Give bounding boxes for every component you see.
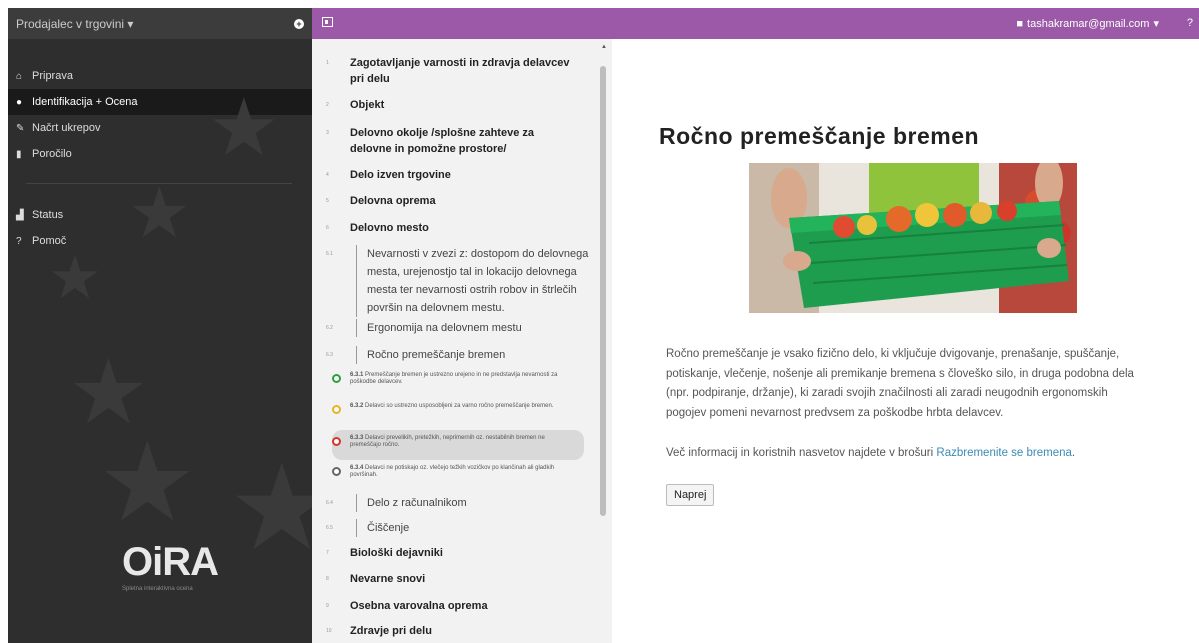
sidebar-item-label: Identifikacija + Ocena — [32, 96, 138, 108]
user-menu[interactable]: ■ tashakramar@gmail.com ▾ — [1016, 17, 1159, 31]
question-6-3-1[interactable]: 6.3.1 Premeščanje bremen je ustrezno ure… — [332, 372, 584, 394]
tree-item-label: Delo z računalnikom — [356, 494, 593, 512]
question-text: 6.3.1 Premeščanje bremen je ustrezno ure… — [350, 372, 558, 385]
question-6-3-3[interactable]: 6.3.3 Delavci prevelikih, pretežkih, nep… — [332, 430, 584, 460]
tree-item-label: Zagotavljanje varnosti in zdravja delavc… — [350, 57, 570, 85]
tree-item-label: Ročno premeščanje bremen — [356, 346, 593, 364]
status-risk-icon — [332, 437, 341, 446]
next-button[interactable]: Naprej — [666, 484, 715, 506]
record-icon: ● — [16, 96, 23, 108]
sidebar-item-label: Poročilo — [32, 148, 72, 160]
oira-logo: OiRA — [122, 540, 219, 584]
toggle-sidebar-icon[interactable] — [322, 17, 333, 27]
status-warning-icon — [332, 405, 341, 414]
tree-scrollbar[interactable] — [600, 66, 606, 516]
tree-item-label: Čiščenje — [356, 519, 593, 537]
left-sidebar: ★ ★ ★ ★ ★ ★ Prodajalec v trgovini ▾ + ⌂ … — [8, 8, 312, 643]
tree-item-number: 4 — [326, 172, 329, 178]
tree-item-number: 6.2 — [326, 325, 333, 331]
help-icon[interactable]: ? — [1187, 17, 1193, 29]
question-text: 6.3.2 Delavci so ustrezno usposobljeni z… — [350, 403, 554, 409]
oira-logo-subtitle: Spletna interaktivna ocena — [122, 586, 193, 592]
star-decoration: ★ — [208, 83, 280, 172]
tree-item-number: 6.4 — [326, 500, 333, 506]
intro-paragraph: Ročno premeščanje je vsako fizično delo,… — [666, 348, 1134, 419]
tree-item-number: 6.5 — [326, 525, 333, 531]
chevron-down-icon: ▾ — [1153, 18, 1159, 30]
more-info-text: Več informacij in koristnih nasvetov naj… — [666, 447, 1076, 459]
sidebar-item-label: Načrt ukrepov — [32, 122, 101, 134]
tree-item-label: Nevarne snovi — [350, 573, 426, 585]
question-6-3-4[interactable]: 6.3.4 Delavci ne potiskajo oz. vlečejo t… — [332, 465, 584, 487]
tree-item-label: Delo izven trgovine — [350, 169, 451, 181]
sidebar-item-label: Priprava — [32, 70, 73, 82]
tree-item-number: 6.3 — [326, 352, 333, 358]
document-icon: ▮ — [16, 148, 22, 160]
sidebar-item-label: Status — [32, 209, 64, 221]
top-bar: ■ tashakramar@gmail.com ▾ ? — [312, 8, 1199, 39]
status-unanswered-icon — [332, 467, 341, 476]
tree-item-number: 2 — [326, 102, 329, 108]
home-icon: ⌂ — [16, 70, 23, 82]
user-email: tashakramar@gmail.com — [1027, 17, 1150, 30]
tree-item-number: 1 — [326, 60, 329, 66]
pencil-icon: ✎ — [16, 122, 25, 134]
star-decoration: ★ — [98, 421, 197, 544]
tree-item-label: Osebna varovalna oprema — [350, 600, 488, 612]
tree-item-number: 3 — [326, 130, 329, 136]
tree-item-label: Delovno okolje /splošne zahteve za delov… — [350, 127, 534, 155]
star-decoration: ★ — [48, 244, 102, 311]
tree-item-number: 10 — [326, 628, 332, 634]
survey-header[interactable]: Prodajalec v trgovini ▾ + — [8, 8, 312, 39]
crate-photo — [749, 163, 1077, 313]
tree-item-number: 7 — [326, 550, 329, 556]
page-title: Ročno premeščanje bremen — [659, 123, 980, 149]
tree-item-label: Delovna oprema — [350, 195, 436, 207]
tree-item-label: Biološki dejavniki — [350, 547, 443, 559]
tree-item-label: Ergonomija na delovnem mestu — [356, 319, 593, 337]
question-6-3-2[interactable]: 6.3.2 Delavci so ustrezno usposobljeni z… — [332, 403, 584, 425]
question-icon: ? — [16, 235, 22, 247]
survey-title[interactable]: Prodajalec v trgovini ▾ — [16, 17, 133, 31]
tree-item-label: Objekt — [350, 99, 385, 111]
question-text: 6.3.3 Delavci prevelikih, pretežkih, nep… — [350, 435, 545, 448]
tree-item-label: Delovno mesto — [350, 222, 429, 234]
tree-item-label: Zdravje pri delu — [350, 625, 432, 637]
brochure-link[interactable]: Razbremenite se bremena — [936, 447, 1072, 459]
module-tree: 1 Zagotavljanje varnosti in zdravja dela… — [312, 39, 612, 643]
main-content: Ročno premeščanje bremen Ročno premeščan… — [612, 39, 1199, 643]
tree-item-number: 6.1 — [326, 251, 333, 257]
star-decoration: ★ — [228, 441, 312, 575]
add-icon[interactable]: + — [294, 18, 304, 29]
scroll-up-arrow[interactable]: ▲ — [601, 44, 607, 50]
tree-item-number: 6 — [326, 225, 329, 231]
bar-chart-icon: ▟ — [16, 209, 24, 221]
tree-item-number: 8 — [326, 576, 329, 582]
user-icon: ■ — [1016, 17, 1024, 30]
question-text: 6.3.4 Delavci ne potiskajo oz. vlečejo t… — [350, 465, 555, 478]
tree-item-number: 5 — [326, 198, 329, 204]
status-complete-icon — [332, 374, 341, 383]
tree-item-number: 9 — [326, 603, 329, 609]
tree-item-label: Nevarnosti v zvezi z: dostopom do delovn… — [356, 245, 593, 317]
star-decoration: ★ — [128, 174, 191, 252]
